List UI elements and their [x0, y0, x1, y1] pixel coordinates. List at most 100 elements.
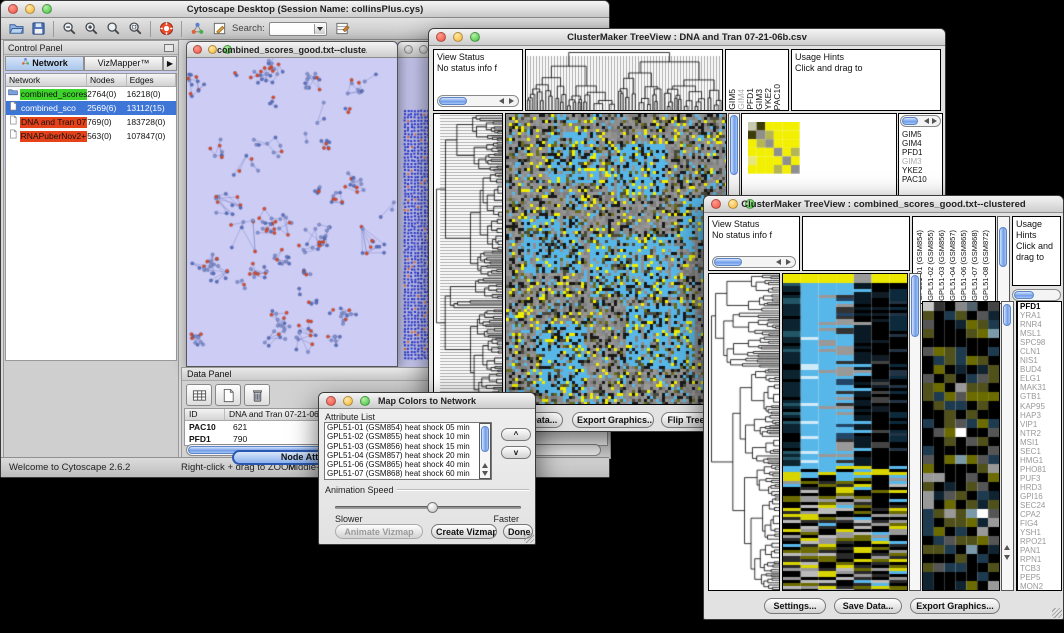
faster-label: Faster — [493, 514, 519, 524]
gene-label: MON2 — [1020, 582, 1061, 591]
export-graphics-button[interactable]: Export Graphics... — [572, 412, 654, 428]
tab-vizmapper[interactable]: VizMapper™ — [84, 56, 163, 71]
column-label: GPL51-08 (GSM872) — [981, 230, 992, 301]
treeview1-title: ClusterMaker TreeView : DNA and Tran 07-… — [459, 32, 915, 43]
zoom-out-icon[interactable] — [59, 20, 79, 38]
attribute-table-icon[interactable] — [186, 384, 212, 406]
heatmap-panel[interactable] — [782, 273, 908, 591]
attribute-list-item[interactable]: GPL51-02 (GSM855) heat shock 10 min — [325, 432, 491, 441]
network-table-header[interactable]: Network Nodes Edges — [6, 74, 176, 87]
tab-network[interactable]: Network — [5, 56, 84, 71]
new-attribute-icon[interactable] — [215, 384, 241, 406]
column-dendrogram-panel[interactable] — [525, 49, 723, 111]
zoom-fit-icon[interactable] — [125, 20, 145, 38]
slider-thumb[interactable] — [427, 502, 438, 513]
open-folder-icon[interactable] — [6, 20, 26, 38]
zoom-column-labels: GPL51-01 (GSM854)GPL51-02 (GSM855)GPL51-… — [912, 216, 996, 304]
zoom-in-icon[interactable] — [81, 20, 101, 38]
close-icon[interactable] — [326, 396, 336, 406]
row-dendrogram-panel[interactable] — [433, 113, 503, 405]
attribute-list[interactable]: GPL51-01 (GSM854) heat shock 05 minGPL51… — [324, 422, 492, 480]
usage-hints-scrollbar[interactable] — [1012, 289, 1061, 301]
annotation-icon[interactable] — [209, 20, 229, 38]
animation-speed-slider[interactable] — [335, 506, 521, 509]
network-list-row[interactable]: combined_sco2569(6)13112(15) — [6, 101, 176, 115]
animate-vizmap-button[interactable]: Animate Vizmap — [335, 524, 423, 539]
view-status-scrollbar[interactable] — [712, 256, 796, 268]
dialog-title: Map Colors to Network — [349, 396, 505, 406]
resize-grip[interactable] — [524, 533, 534, 543]
attribute-list-item[interactable]: GPL51-01 (GSM854) heat shock 05 min — [325, 423, 491, 432]
gene-label: PHO81 — [1020, 465, 1061, 474]
network-icon[interactable] — [187, 20, 207, 38]
attribute-list-label: Attribute List — [325, 412, 375, 422]
move-up-button[interactable]: ^ — [501, 428, 531, 441]
main-window-title: Cytoscape Desktop (Session Name: collins… — [31, 4, 579, 15]
network-window-1-title: combined_scores_good.txt--cluste... — [217, 45, 367, 55]
gene-label: PUF3 — [1020, 474, 1061, 483]
gene-label: HAP3 — [1020, 411, 1061, 420]
settings-button[interactable]: Settings... — [764, 598, 826, 614]
view-status-scrollbar[interactable] — [437, 95, 519, 107]
gene-label: NIS1 — [1020, 356, 1061, 365]
network-canvas-1[interactable] — [187, 58, 397, 366]
toolbar-separator — [53, 21, 54, 37]
create-vizmap-button[interactable]: Create Vizmap — [431, 524, 497, 539]
save-icon[interactable] — [28, 20, 48, 38]
help-ring-icon[interactable] — [156, 20, 176, 38]
dialog-titlebar[interactable]: Map Colors to Network — [319, 393, 535, 409]
gene-label: NTR2 — [1020, 429, 1061, 438]
delete-attribute-icon[interactable] — [244, 384, 270, 406]
float-panel-icon[interactable] — [164, 44, 174, 52]
file-icon — [8, 115, 18, 129]
tab-overflow-button[interactable]: ▶ — [163, 56, 177, 71]
attribute-list-item[interactable]: GPL51-06 (GSM865) heat shock 40 min — [325, 460, 491, 469]
close-icon[interactable] — [436, 32, 446, 42]
gene-label: PEP5 — [1020, 573, 1061, 582]
row-dendrogram-panel[interactable] — [708, 273, 780, 591]
treeview2-titlebar[interactable]: ClusterMaker TreeView : combined_scores_… — [704, 196, 1063, 213]
column-dendrogram-panel[interactable] — [802, 216, 910, 271]
resize-grip[interactable] — [1052, 608, 1062, 618]
row-label: GIM3 — [902, 157, 927, 166]
usage-hints-label: Usage Hints — [1016, 219, 1057, 241]
gene-label: SEC1 — [1020, 447, 1061, 456]
close-icon[interactable] — [193, 45, 202, 54]
attribute-list-item[interactable]: GPL51-07 (GSM868) heat shock 60 min — [325, 469, 491, 478]
usage-hints-label: Usage Hints — [795, 52, 937, 63]
usage-hints-text: Click and drag to — [1016, 241, 1057, 263]
export-graphics-button[interactable]: Export Graphics... — [910, 598, 1000, 614]
gene-label: FIG4 — [1020, 519, 1061, 528]
save-data-button[interactable]: Save Data... — [834, 598, 902, 614]
treeview2-title: ClusterMaker TreeView : combined_scores_… — [734, 199, 1033, 210]
gene-label: YRA1 — [1020, 311, 1061, 320]
move-down-button[interactable]: v — [501, 446, 531, 459]
heatmap-vscrollbar[interactable] — [909, 273, 921, 591]
minimize-icon[interactable] — [419, 45, 428, 54]
treeview1-titlebar[interactable]: ClusterMaker TreeView : DNA and Tran 07-… — [429, 29, 945, 46]
report-icon[interactable] — [333, 20, 353, 38]
heatmap-panel[interactable] — [505, 113, 727, 405]
column-labels-scrollbar[interactable] — [997, 216, 1010, 304]
attribute-list-item[interactable]: GPL51-03 (GSM856) heat shock 15 min — [325, 442, 491, 451]
minimize-icon[interactable] — [208, 45, 217, 54]
zoom-actual-icon[interactable] — [103, 20, 123, 38]
network-window-1[interactable]: combined_scores_good.txt--cluste... — [186, 41, 398, 367]
attribute-list-item[interactable]: GPL51-04 (GSM857) heat shock 20 min — [325, 451, 491, 460]
main-titlebar[interactable]: Cytoscape Desktop (Session Name: collins… — [1, 1, 609, 18]
close-icon[interactable] — [404, 45, 413, 54]
network-window-1-titlebar[interactable]: combined_scores_good.txt--cluste... — [187, 42, 397, 58]
attribute-list-scrollbar[interactable] — [479, 423, 491, 479]
close-icon[interactable] — [711, 199, 721, 209]
search-dropdown-arrow[interactable] — [314, 24, 325, 34]
file-icon — [8, 101, 18, 115]
network-list-row[interactable]: DNA and Tran 07769(0)183728(0) — [6, 115, 176, 129]
zoom-heatmap-panel[interactable] — [922, 301, 1000, 591]
search-input[interactable] — [269, 22, 327, 36]
network-list-row[interactable]: RNAPuberNov2+I563(0)107847(0) — [6, 129, 176, 143]
zoom-vscrollbar[interactable] — [1001, 301, 1014, 591]
close-icon[interactable] — [8, 4, 18, 14]
gene-label: HRD3 — [1020, 483, 1061, 492]
network-list-row[interactable]: combined_scores2764(0)16218(0) — [6, 87, 176, 101]
row-labels-scrollbar[interactable] — [900, 115, 941, 127]
